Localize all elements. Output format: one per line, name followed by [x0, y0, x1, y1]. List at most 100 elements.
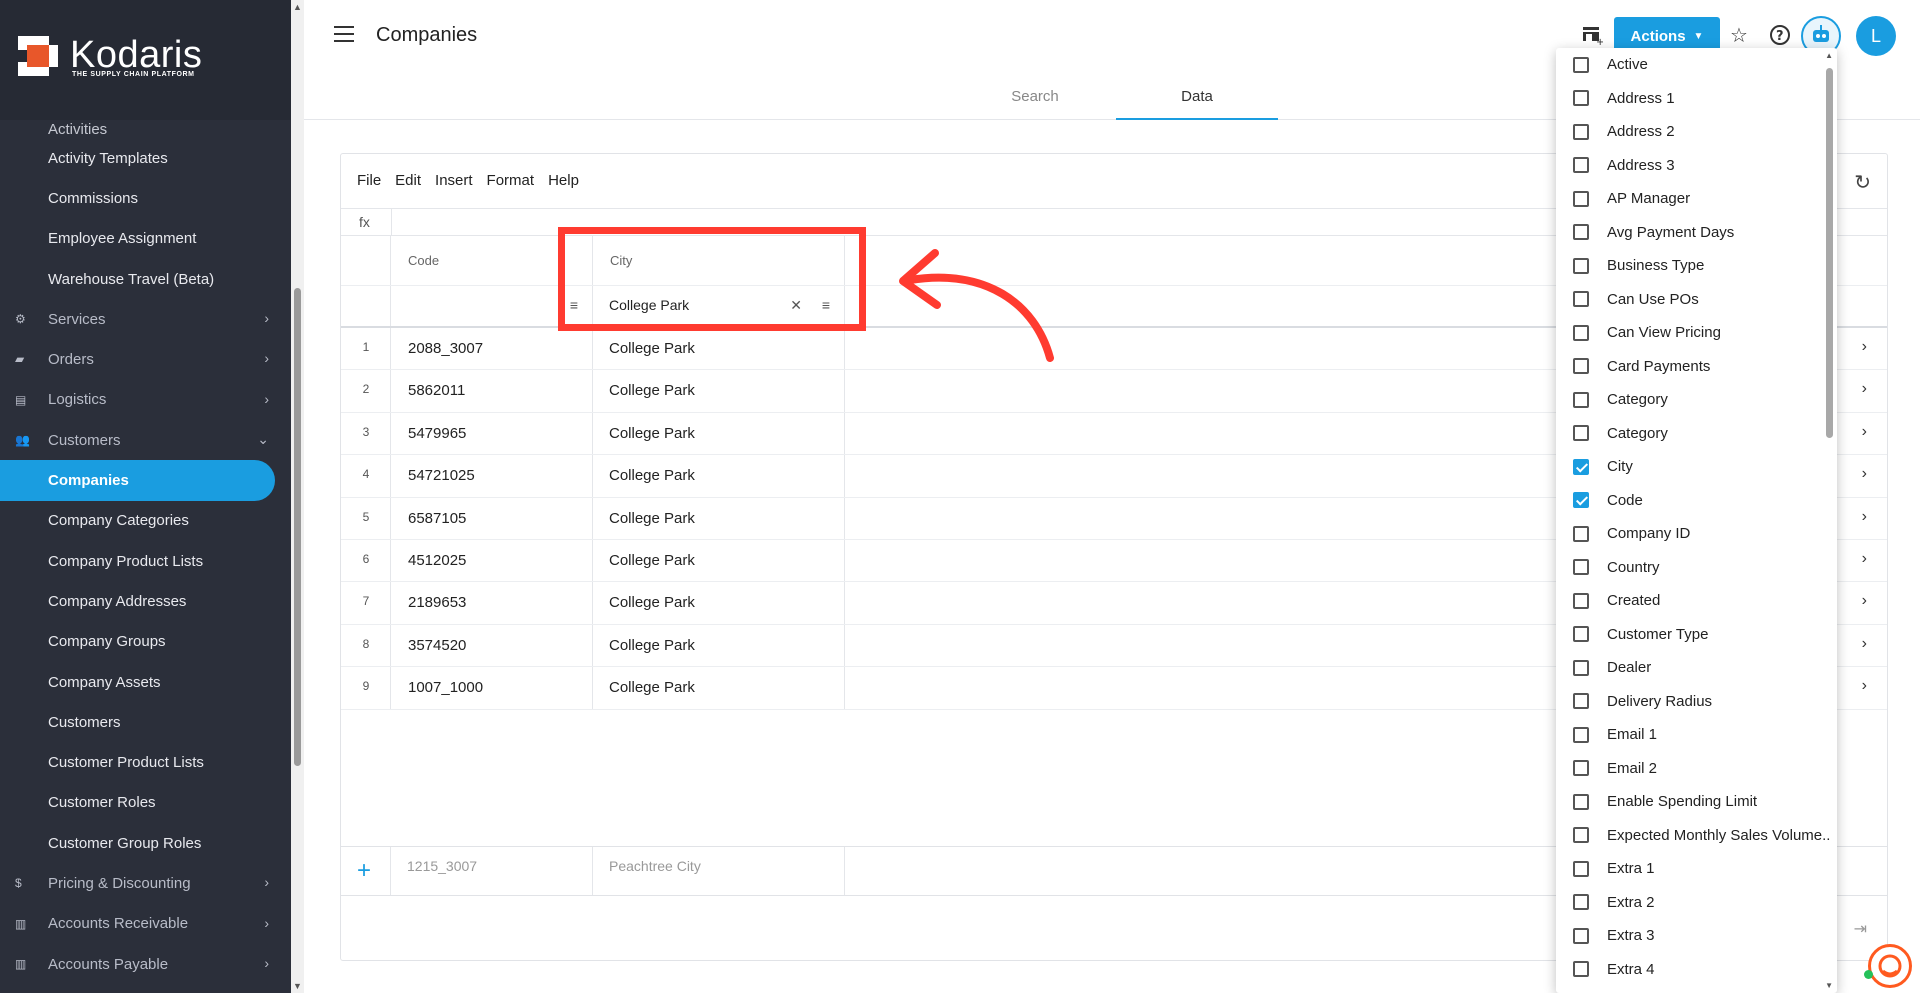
code-cell[interactable]: 54721025	[391, 455, 593, 497]
refresh-icon[interactable]: ↻	[1854, 170, 1871, 195]
sidebar-item-warehouse-travel-beta-[interactable]: Warehouse Travel (Beta)	[0, 259, 291, 299]
checkbox[interactable]	[1573, 90, 1589, 107]
column-option-delivery-radius[interactable]: Delivery Radius	[1556, 685, 1837, 719]
dropdown-scroll-thumb[interactable]	[1826, 68, 1833, 438]
column-option-category[interactable]: Category	[1556, 417, 1837, 451]
dropdown-scroll-up-icon[interactable]: ▲	[1825, 51, 1833, 60]
sidebar-item-pricing-discounting[interactable]: Pricing & Discounting $ ›	[0, 863, 291, 903]
sidebar-item-activities[interactable]: Activities	[0, 120, 291, 138]
column-option-extra-3[interactable]: Extra 3	[1556, 919, 1837, 953]
code-cell[interactable]: 5862011	[391, 370, 593, 412]
checkbox[interactable]	[1573, 592, 1589, 609]
chevron-right-icon[interactable]: ›	[1862, 677, 1867, 695]
chevron-right-icon[interactable]: ›	[1862, 465, 1867, 483]
sidebar-item-company-assets[interactable]: Company Assets	[0, 662, 291, 702]
column-option-expected-monthly-sales-volume-[interactable]: Expected Monthly Sales Volume..	[1556, 819, 1837, 853]
scroll-up-icon[interactable]: ▲	[293, 2, 302, 12]
column-option-enable-spending-limit[interactable]: Enable Spending Limit	[1556, 785, 1837, 819]
menu-help[interactable]: Help	[548, 172, 579, 189]
checkbox[interactable]	[1573, 123, 1589, 140]
column-option-ap-manager[interactable]: AP Manager	[1556, 182, 1837, 216]
checkbox[interactable]	[1573, 693, 1589, 710]
column-option-card-payments[interactable]: Card Payments	[1556, 350, 1837, 384]
menu-insert[interactable]: Insert	[435, 172, 473, 189]
column-option-avg-payment-days[interactable]: Avg Payment Days	[1556, 216, 1837, 250]
column-option-address-3[interactable]: Address 3	[1556, 149, 1837, 183]
sidebar-item-customer-product-lists[interactable]: Customer Product Lists	[0, 742, 291, 782]
column-option-extra-2[interactable]: Extra 2	[1556, 886, 1837, 920]
sidebar-item-accounts-receivable[interactable]: Accounts Receivable ▥ ›	[0, 904, 291, 944]
column-option-company-id[interactable]: Company ID	[1556, 517, 1837, 551]
new-code-cell[interactable]: 1215_3007	[391, 847, 593, 895]
checkbox[interactable]	[1573, 793, 1589, 810]
sidebar-item-employee-assignment[interactable]: Employee Assignment	[0, 219, 291, 259]
city-cell[interactable]: College Park	[593, 582, 845, 624]
checkbox[interactable]	[1573, 391, 1589, 408]
sidebar-item-customers[interactable]: Customers 👥 ⌄	[0, 420, 291, 460]
code-cell[interactable]: 6587105	[391, 497, 593, 539]
sidebar-item-activity-templates[interactable]: Activity Templates	[0, 138, 291, 178]
checkbox[interactable]	[1573, 458, 1589, 475]
city-cell[interactable]: College Park	[593, 624, 845, 667]
chevron-right-icon[interactable]: ›	[1862, 635, 1867, 653]
checkbox[interactable]	[1573, 894, 1589, 911]
chevron-right-icon[interactable]: ›	[1862, 338, 1867, 356]
city-cell[interactable]: College Park	[593, 497, 845, 539]
checkbox[interactable]	[1573, 56, 1589, 73]
checkbox[interactable]	[1573, 224, 1589, 241]
city-cell[interactable]: College Park	[593, 370, 845, 412]
chevron-right-icon[interactable]: ›	[1862, 380, 1867, 398]
checkbox[interactable]	[1573, 860, 1589, 877]
column-option-category[interactable]: Category	[1556, 383, 1837, 417]
code-cell[interactable]: 2189653	[391, 582, 593, 624]
sidebar-item-commissions[interactable]: Commissions	[0, 178, 291, 218]
sidebar-item-accounts-payable[interactable]: Accounts Payable ▥ ›	[0, 944, 291, 984]
scroll-down-icon[interactable]: ▼	[293, 981, 302, 991]
checkbox[interactable]	[1573, 659, 1589, 676]
column-option-city[interactable]: City	[1556, 450, 1837, 484]
column-option-extra-1[interactable]: Extra 1	[1556, 852, 1837, 886]
column-option-created[interactable]: Created	[1556, 584, 1837, 618]
checkbox[interactable]	[1573, 425, 1589, 442]
sidebar-item-company-addresses[interactable]: Company Addresses	[0, 581, 291, 621]
column-option-can-view-pricing[interactable]: Can View Pricing	[1556, 316, 1837, 350]
checkbox[interactable]	[1573, 157, 1589, 174]
city-cell[interactable]: College Park	[593, 539, 845, 582]
sidebar-scrollbar[interactable]: ▲ ▼	[291, 0, 304, 993]
sidebar-item-customer-group-roles[interactable]: Customer Group Roles	[0, 823, 291, 863]
column-option-address-1[interactable]: Address 1	[1556, 82, 1837, 116]
star-icon[interactable]: ☆	[1727, 24, 1751, 48]
help-icon[interactable]: ?	[1768, 24, 1792, 48]
sidebar-item-company-product-lists[interactable]: Company Product Lists	[0, 541, 291, 581]
checkbox[interactable]	[1573, 726, 1589, 743]
chevron-right-icon[interactable]: ›	[1862, 508, 1867, 526]
column-option-active[interactable]: Active	[1556, 48, 1837, 82]
tab-data[interactable]: Data	[1116, 78, 1278, 120]
column-option-extra-4[interactable]: Extra 4	[1556, 953, 1837, 987]
city-cell[interactable]: College Park	[593, 412, 845, 455]
sidebar-item-logistics[interactable]: Logistics ▤ ›	[0, 380, 291, 420]
code-cell[interactable]: 5479965	[391, 412, 593, 455]
avatar[interactable]: L	[1856, 16, 1896, 56]
sidebar-item-services[interactable]: Services ⚙ ›	[0, 299, 291, 339]
add-row-plus-icon[interactable]: +	[357, 857, 371, 885]
checkbox[interactable]	[1573, 760, 1589, 777]
checkbox[interactable]	[1573, 257, 1589, 274]
tab-search[interactable]: Search	[954, 78, 1116, 120]
sidebar-scroll-thumb[interactable]	[294, 288, 301, 766]
city-cell[interactable]: College Park	[593, 328, 845, 370]
checkbox[interactable]	[1573, 291, 1589, 308]
chevron-right-icon[interactable]: ›	[1862, 423, 1867, 441]
checkbox[interactable]	[1573, 626, 1589, 643]
column-option-country[interactable]: Country	[1556, 551, 1837, 585]
checkbox[interactable]	[1573, 827, 1589, 844]
store-add-icon[interactable]: +	[1580, 24, 1604, 48]
sidebar-item-customers[interactable]: Customers	[0, 702, 291, 742]
column-option-email-2[interactable]: Email 2	[1556, 752, 1837, 786]
sidebar-item-company-groups[interactable]: Company Groups	[0, 622, 291, 662]
checkbox[interactable]	[1573, 927, 1589, 944]
column-chooser-dropdown[interactable]: Active Address 1 Address 2 Address 3 AP Mana…	[1556, 48, 1837, 993]
column-option-business-type[interactable]: Business Type	[1556, 249, 1837, 283]
checkbox[interactable]	[1573, 559, 1589, 576]
column-option-can-use-pos[interactable]: Can Use POs	[1556, 283, 1837, 317]
